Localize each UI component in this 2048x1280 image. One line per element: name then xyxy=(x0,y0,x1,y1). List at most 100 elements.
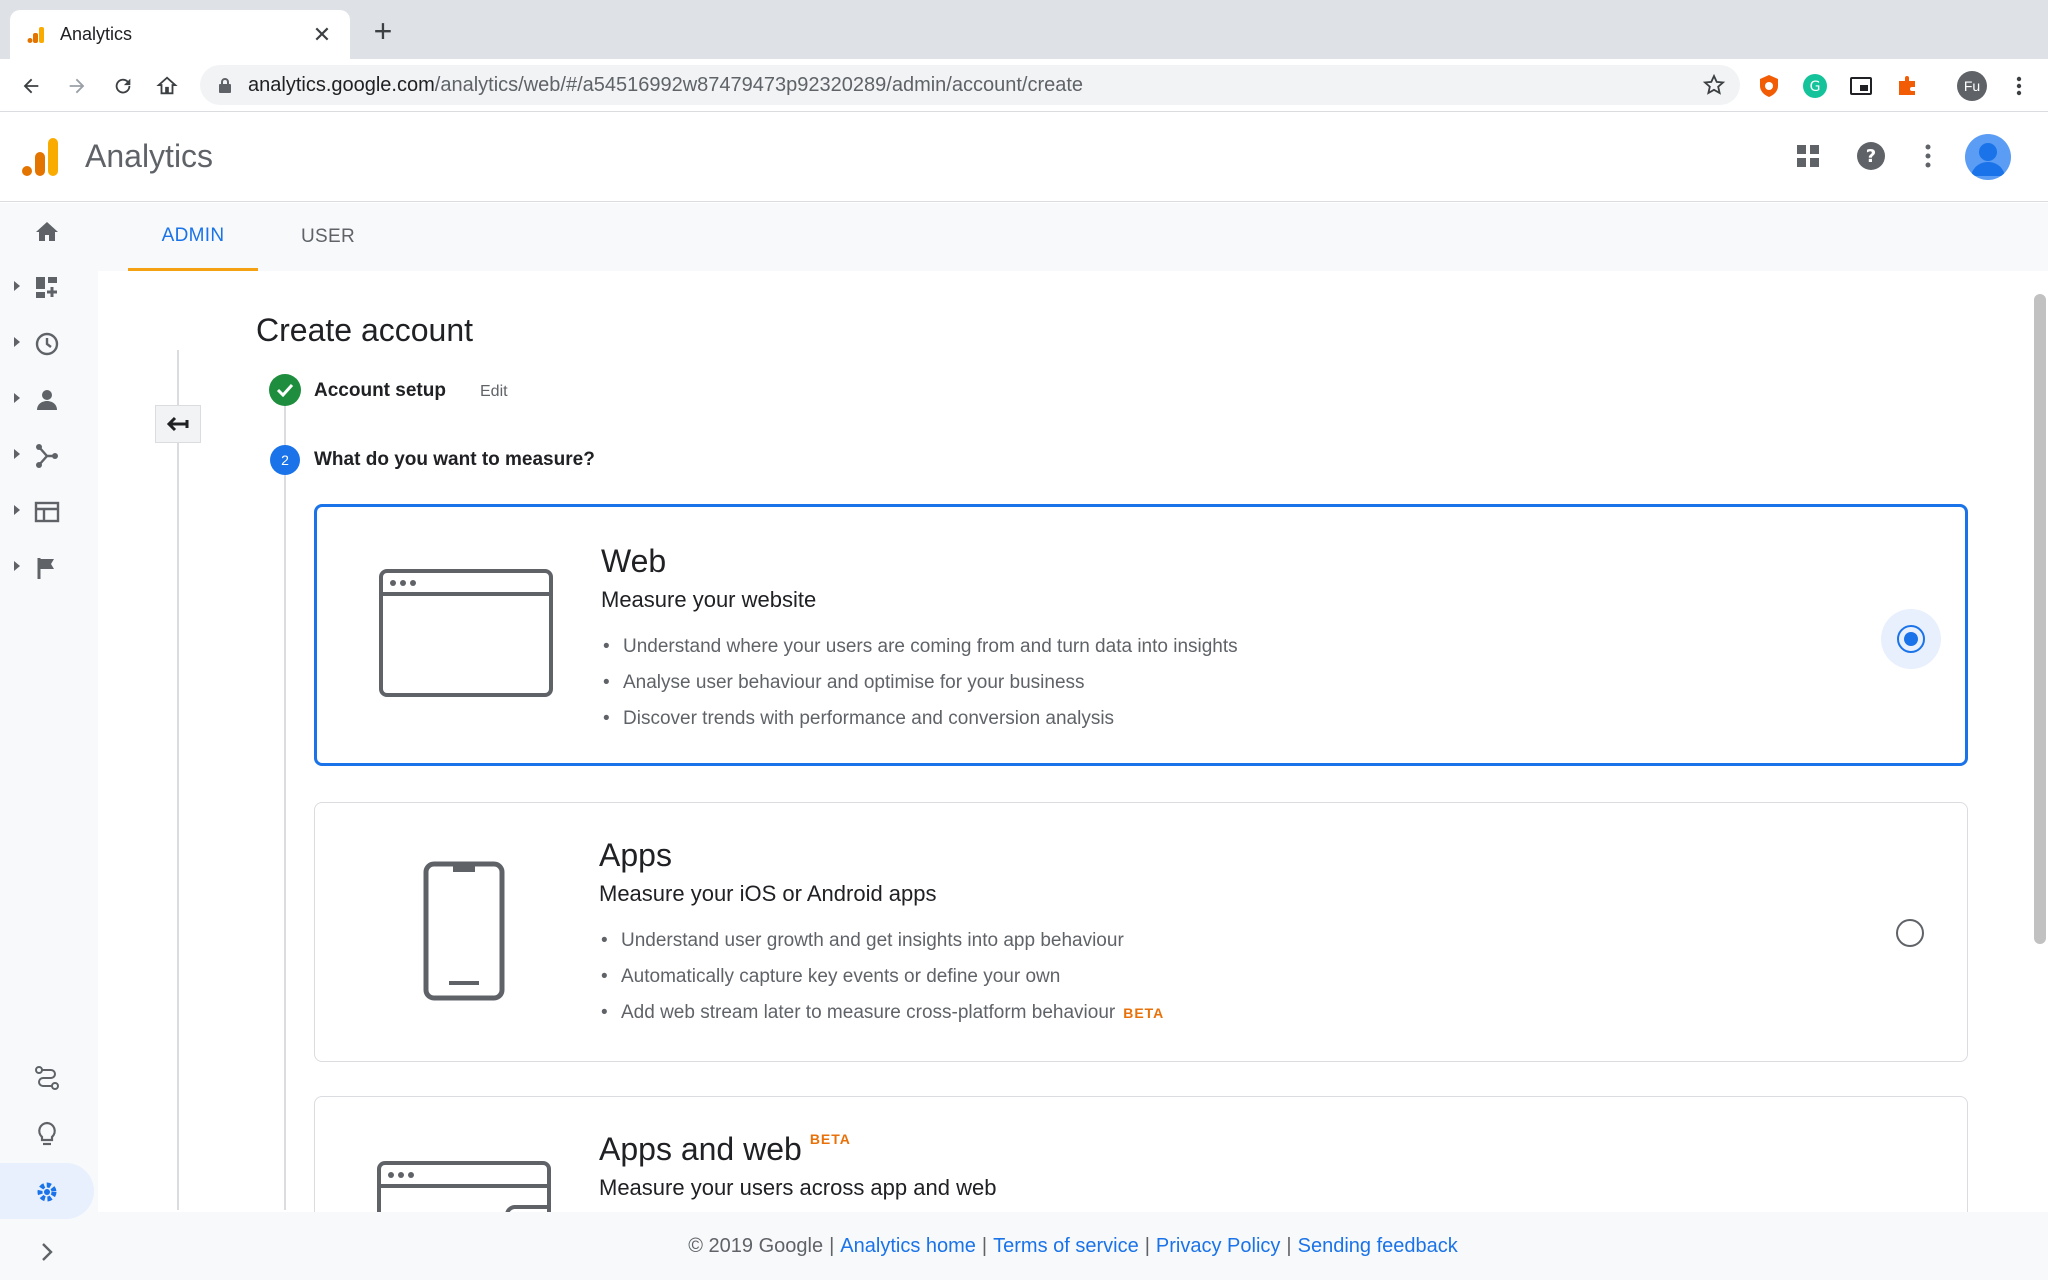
nav-acquisition[interactable] xyxy=(0,427,98,483)
picture-in-picture-icon[interactable] xyxy=(1848,73,1874,99)
step-measure-label: What do you want to measure? xyxy=(314,449,595,470)
url-text: analytics.google.com/analytics/web/#/a54… xyxy=(248,74,1083,97)
tab-admin[interactable]: ADMIN xyxy=(128,203,258,271)
list-item: Understand where your users are coming f… xyxy=(601,629,1238,665)
flag-icon xyxy=(37,558,54,579)
card-title: Apps xyxy=(599,837,672,873)
expand-caret-icon xyxy=(14,393,20,403)
svg-text:G: G xyxy=(1810,79,1821,95)
beta-badge: BETA xyxy=(1123,1005,1165,1021)
nav-expand[interactable] xyxy=(0,1223,98,1279)
card-title-text: Apps and web xyxy=(599,1131,802,1167)
step-complete-icon xyxy=(269,374,301,406)
nav-conversions[interactable] xyxy=(0,539,98,595)
attribution-icon xyxy=(35,1066,59,1090)
browser-window-icon xyxy=(379,569,553,697)
dashboard-icon xyxy=(36,277,57,298)
nav-home[interactable] xyxy=(0,203,98,259)
new-tab-button[interactable]: + xyxy=(368,15,398,47)
option-card-apps[interactable]: Apps Measure your iOS or Android apps Un… xyxy=(314,802,1968,1062)
home-icon[interactable] xyxy=(152,71,182,101)
apps-grid-icon[interactable] xyxy=(1792,140,1824,172)
nav-behavior[interactable] xyxy=(0,483,98,539)
send-feedback-link[interactable]: Sending feedback xyxy=(1298,1235,1458,1258)
person-icon xyxy=(37,390,57,410)
forward-arrow-icon[interactable] xyxy=(62,71,92,101)
expand-caret-icon xyxy=(14,561,20,571)
analytics-logo-icon xyxy=(22,138,58,176)
more-vert-icon[interactable] xyxy=(1912,140,1944,172)
privacy-policy-link[interactable]: Privacy Policy xyxy=(1156,1235,1280,1258)
back-button[interactable] xyxy=(155,405,201,443)
admin-tabs: ADMIN USER xyxy=(98,203,2048,271)
url-host: analytics.google.com xyxy=(248,73,435,96)
phone-icon xyxy=(423,861,505,1001)
user-avatar[interactable] xyxy=(1965,134,2011,180)
clock-icon xyxy=(35,332,59,356)
option-card-web[interactable]: Web Measure your website Understand wher… xyxy=(314,504,1968,766)
bookmark-star-icon[interactable] xyxy=(1702,73,1726,97)
expand-caret-icon xyxy=(14,449,20,459)
browser-toolbar: analytics.google.com/analytics/web/#/a54… xyxy=(0,59,2048,112)
separator: | xyxy=(1144,1234,1150,1257)
nav-admin[interactable] xyxy=(0,1163,94,1219)
list-item: Add web stream later to measure cross-pl… xyxy=(599,995,1164,1031)
page-footer: © 2019 Google | Analytics home | Terms o… xyxy=(98,1212,2048,1280)
expand-caret-icon xyxy=(14,337,20,347)
card-bullet-list: Understand where your users are coming f… xyxy=(601,629,1238,737)
extension-puzzle-icon[interactable] xyxy=(1894,73,1920,99)
person-icon xyxy=(1971,143,2005,176)
extension-shield-icon[interactable] xyxy=(1756,73,1782,99)
radio-web[interactable] xyxy=(1881,609,1941,669)
close-tab-icon[interactable]: ✕ xyxy=(310,22,334,48)
tab-user[interactable]: USER xyxy=(278,203,378,271)
lightbulb-icon xyxy=(38,1121,56,1146)
lock-icon xyxy=(219,78,231,93)
nav-attribution[interactable] xyxy=(0,1049,98,1105)
list-item: Analyse user behaviour and optimise for … xyxy=(601,665,1238,701)
side-rail xyxy=(177,350,179,1210)
card-subtitle: Measure your iOS or Android apps xyxy=(599,881,937,906)
card-subtitle: Measure your users across app and web xyxy=(599,1175,997,1200)
browser-tab-title: Analytics xyxy=(60,24,133,44)
expand-caret-icon xyxy=(14,505,20,515)
scrollbar[interactable] xyxy=(2034,294,2046,944)
list-item: Discover trends with performance and con… xyxy=(601,701,1238,737)
grammarly-icon[interactable]: G xyxy=(1802,73,1828,99)
copyright-text: © 2019 Google xyxy=(688,1234,824,1257)
help-icon[interactable]: ? xyxy=(1855,140,1887,172)
step-number-badge: 2 xyxy=(270,445,300,475)
beta-badge: BETA xyxy=(809,1131,851,1147)
home-icon xyxy=(36,222,58,241)
radio-selected-icon xyxy=(1897,625,1925,653)
behavior-icon xyxy=(34,501,60,523)
card-bullet-list: Understand user growth and get insights … xyxy=(599,923,1164,1031)
list-item: Understand user growth and get insights … xyxy=(599,923,1164,959)
nav-customization[interactable] xyxy=(0,259,98,315)
separator: | xyxy=(1286,1234,1292,1257)
svg-text:?: ? xyxy=(1866,146,1876,167)
nav-realtime[interactable] xyxy=(0,315,98,371)
app-title: Analytics xyxy=(85,138,214,174)
separator: | xyxy=(829,1234,835,1257)
terms-of-service-link[interactable]: Terms of service xyxy=(993,1235,1139,1258)
radio-apps[interactable] xyxy=(1896,919,1924,947)
acquisition-icon xyxy=(36,444,58,468)
nav-audience[interactable] xyxy=(0,371,98,427)
profile-avatar[interactable]: Fu xyxy=(1957,71,1987,101)
browser-menu-icon[interactable] xyxy=(2006,73,2032,99)
address-bar[interactable]: analytics.google.com/analytics/web/#/a54… xyxy=(200,65,1740,105)
reload-icon[interactable] xyxy=(108,71,138,101)
step-edit-link[interactable]: Edit xyxy=(480,383,508,401)
chevron-right-icon xyxy=(42,1243,53,1261)
card-subtitle: Measure your website xyxy=(601,587,817,612)
expand-caret-icon xyxy=(14,281,20,291)
browser-tab[interactable]: Analytics ✕ xyxy=(10,10,350,59)
left-navigation xyxy=(0,203,98,1280)
card-title: Apps and web BETA xyxy=(599,1131,851,1168)
nav-discover[interactable] xyxy=(0,1105,98,1161)
back-arrow-icon xyxy=(167,416,189,432)
back-arrow-icon[interactable] xyxy=(16,71,46,101)
list-item-text: Add web stream later to measure cross-pl… xyxy=(621,1002,1116,1023)
analytics-home-link[interactable]: Analytics home xyxy=(840,1235,976,1258)
